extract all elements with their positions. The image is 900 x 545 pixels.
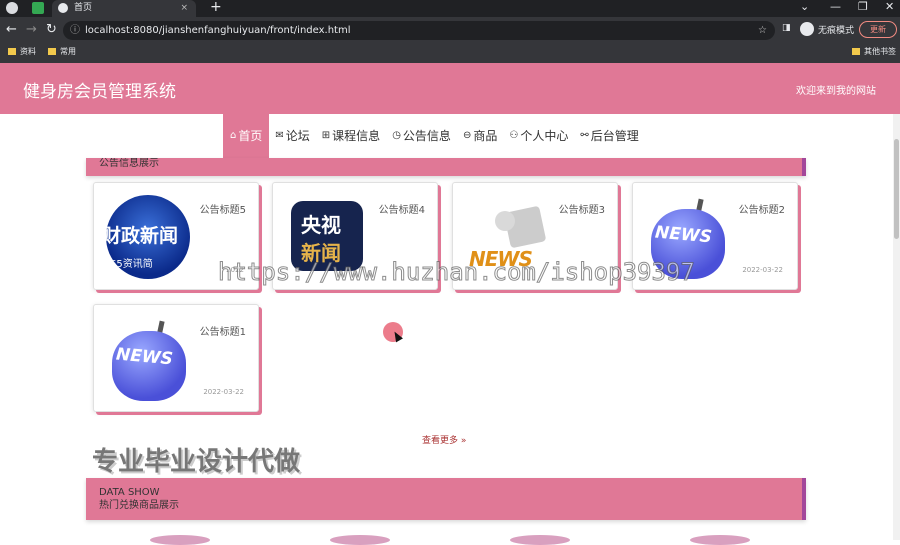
goods-item-peek (690, 535, 750, 545)
nav-label: 课程信息 (332, 129, 381, 143)
reader-figure (495, 211, 515, 231)
nav-label: 首页 (238, 129, 263, 143)
notice-title: 公告标题2 (738, 205, 785, 216)
nav-courses[interactable]: ⊞ 课程信息 (316, 114, 386, 158)
site-title: 健身房会员管理系统 (23, 82, 176, 102)
notice-card[interactable]: NEWS 公告标题1 2022-03-22 (93, 304, 259, 412)
notice-title: 公告标题3 (558, 205, 605, 216)
minimize-icon[interactable]: — (830, 0, 841, 13)
notice-section-subtitle: 公告信息展示 (99, 158, 159, 169)
link-icon: ⚯ (580, 130, 589, 141)
toolbar: ← → ↻ ⓘ localhost:8080/jianshenfanghuiyu… (0, 17, 900, 43)
notice-date: 2022-03-22 (742, 266, 783, 274)
scrollbar-thumb[interactable] (894, 139, 899, 239)
reload-icon[interactable]: ↻ (46, 22, 57, 37)
bookmark-folder-changyong[interactable]: 常用 (48, 46, 76, 57)
back-icon[interactable]: ← (6, 22, 17, 37)
globe-icon (58, 3, 68, 13)
bookmark-folder-ziliao[interactable]: 资料 (8, 46, 36, 57)
goods-item-peek (150, 535, 210, 545)
user-icon: ⚇ (509, 130, 519, 141)
other-bookmarks[interactable]: 其他书签 (852, 46, 896, 57)
tab-title: 首页 (74, 3, 93, 13)
incognito-icon (800, 22, 814, 36)
incognito-label: 无痕模式 (818, 26, 855, 36)
tab-search-icon[interactable]: ⌄ (800, 0, 809, 13)
goods-section-header: DATA SHOW 热门兑换商品展示 (86, 478, 806, 520)
nav-admin[interactable]: ⚯ 后台管理 (574, 114, 644, 158)
nav-forum[interactable]: ✉ 论坛 (269, 114, 315, 158)
url-text: localhost:8080/jianshenfanghuiyuan/front… (85, 25, 351, 36)
sheets-tab-icon[interactable] (32, 2, 44, 14)
notice-thumbnail: 财政新闻 65资讯简 (106, 195, 190, 279)
tab-home[interactable]: 首页 × (52, 0, 196, 17)
site-header: 健身房会员管理系统 欢迎来到我的网站 (0, 63, 900, 114)
main-nav: ⌂ 首页 ✉ 论坛 ⊞ 课程信息 ◷ 公告信息 ⊖ 商品 ⚇ 个人中心 ⚯ 后台管理 (223, 114, 645, 158)
notice-date: 2022-03-22 (203, 388, 244, 396)
new-tab-button[interactable]: + (210, 0, 222, 15)
restore-icon[interactable]: ❐ (858, 0, 868, 13)
notice-title: 公告标题5 (199, 205, 246, 216)
home-icon: ⌂ (230, 130, 237, 141)
nav-label: 公告信息 (402, 129, 451, 143)
thumb-text: 财政新闻 (106, 225, 179, 247)
nav-profile[interactable]: ⚇ 个人中心 (503, 114, 574, 158)
tab-strip: 首页 × + ⌄ — ❐ ✕ (0, 0, 900, 17)
goods-icon: ⊖ (462, 130, 472, 141)
site-info-icon[interactable]: ⓘ (70, 21, 80, 40)
sidepanel-icon[interactable]: ◨ (782, 23, 791, 33)
bookmark-label: 常用 (60, 47, 76, 56)
folder-icon (48, 48, 56, 55)
mail-icon: ✉ (275, 130, 284, 141)
page-scrollbar[interactable] (893, 114, 900, 540)
bookmarks-bar: 资料 常用 其他书签 (0, 43, 900, 61)
thumb-text: 央视 (301, 213, 341, 237)
bookmark-label: 资料 (20, 47, 36, 56)
notice-section-header: 公告信息展示 (86, 158, 806, 176)
update-button[interactable]: 更新 (859, 21, 897, 38)
grid-icon: ⊞ (321, 130, 331, 141)
bookmark-star-icon[interactable]: ☆ (758, 21, 767, 40)
goods-item-peek (330, 535, 390, 545)
view-more-link[interactable]: 查看更多 » (422, 433, 466, 446)
folder-icon (852, 48, 860, 55)
forward-icon[interactable]: → (26, 22, 37, 37)
nav-home[interactable]: ⌂ 首页 (223, 114, 270, 158)
close-window-icon[interactable]: ✕ (885, 0, 894, 13)
clock-icon: ◷ (392, 130, 401, 141)
notice-title: 公告标题4 (378, 205, 425, 216)
nav-label: 个人中心 (520, 129, 569, 143)
browser-menu-icon[interactable] (6, 2, 18, 14)
thumb-subtext: 65资讯简 (110, 259, 153, 270)
goods-item-peek (510, 535, 570, 545)
notice-title: 公告标题1 (199, 327, 246, 338)
nav-notices[interactable]: ◷ 公告信息 (386, 114, 457, 158)
nav-goods[interactable]: ⊖ 商品 (457, 114, 503, 158)
welcome-text: 欢迎来到我的网站 (796, 86, 876, 97)
nav-label: 后台管理 (590, 129, 639, 143)
goods-section-title: DATA SHOW (99, 487, 160, 498)
goods-section-subtitle: 热门兑换商品展示 (99, 500, 179, 511)
promo-watermark: 专业毕业设计代做 (92, 447, 301, 477)
bookmark-label: 其他书签 (864, 47, 896, 56)
browser-chrome: 首页 × + ⌄ — ❐ ✕ ← → ↻ ⓘ localhost:8080/ji… (0, 0, 900, 63)
notice-thumbnail: NEWS (106, 317, 190, 401)
nav-label: 论坛 (285, 129, 310, 143)
watermark: https://www.huzhan.com/ishop39397 (218, 258, 696, 287)
update-label: 更新 (870, 25, 886, 34)
close-tab-icon[interactable]: × (180, 0, 188, 17)
folder-icon (8, 48, 16, 55)
nav-label: 商品 (473, 129, 498, 143)
address-bar[interactable]: ⓘ localhost:8080/jianshenfanghuiyuan/fro… (63, 21, 775, 40)
